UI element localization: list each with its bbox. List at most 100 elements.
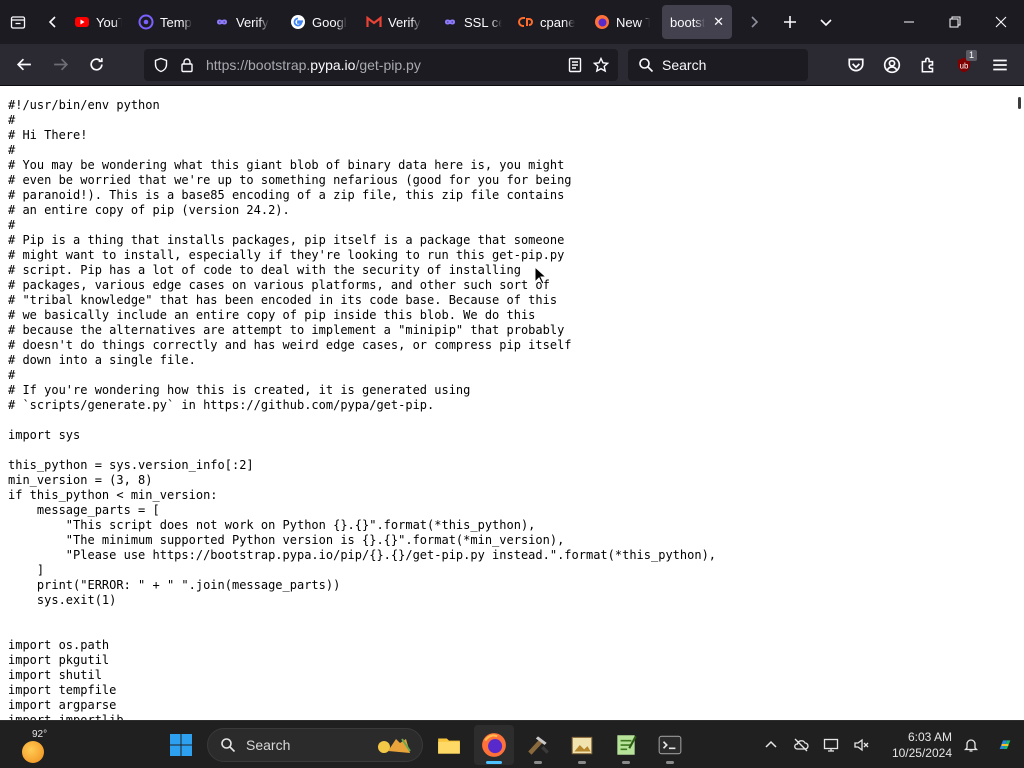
- monitor-icon: [823, 738, 839, 752]
- tab-verify[interactable]: Verify: [206, 5, 282, 39]
- star-icon: [593, 57, 609, 73]
- tracking-protection-icon[interactable]: [152, 56, 170, 74]
- taskbar-app-gallery[interactable]: [562, 725, 602, 765]
- taskbar-clock[interactable]: 6:03 AM 10/25/2024: [876, 729, 952, 761]
- navigation-toolbar: https://bootstrap.pypa.io/get-pip.py ub …: [0, 44, 1024, 86]
- running-indicator: [666, 761, 674, 764]
- chevron-down-icon: [820, 19, 832, 27]
- taskbar-file-explorer[interactable]: [429, 725, 469, 765]
- firefox-logo-icon: [482, 733, 506, 757]
- list-all-tabs-button[interactable]: [808, 0, 844, 44]
- url-bar[interactable]: https://bootstrap.pypa.io/get-pip.py: [144, 49, 618, 81]
- minimize-window-button[interactable]: [886, 0, 932, 44]
- taskbar-search-input[interactable]: [246, 737, 366, 753]
- back-button[interactable]: [6, 49, 42, 81]
- cpanel-logo-icon: [518, 17, 533, 27]
- tab-title: New T: [616, 14, 650, 30]
- shield-icon: [154, 57, 168, 73]
- account-icon: [883, 56, 901, 74]
- restore-window-button[interactable]: [932, 0, 978, 44]
- gmail-m-icon: [366, 15, 382, 27]
- tab-temp[interactable]: Temp: [130, 5, 206, 39]
- extensions-button[interactable]: [910, 49, 946, 81]
- chevron-up-icon: [765, 740, 777, 748]
- speaker-muted-icon: [854, 738, 869, 752]
- tab-new-tab[interactable]: New T: [586, 5, 658, 39]
- notifications-button[interactable]: [956, 725, 986, 765]
- tab-title: YouTu: [96, 14, 122, 30]
- weather-widget[interactable]: 92°: [18, 729, 58, 763]
- notepad-plus-icon: [617, 735, 637, 755]
- close-window-button[interactable]: [978, 0, 1024, 44]
- firefox-view-button[interactable]: [0, 0, 36, 44]
- search-highlight-image: [374, 735, 414, 755]
- bookmark-star-button[interactable]: [592, 56, 610, 74]
- new-tab-button[interactable]: [772, 0, 808, 44]
- google-icon: [290, 14, 306, 30]
- google-g-icon: [291, 15, 305, 29]
- taskbar-terminal[interactable]: [650, 725, 690, 765]
- restore-icon: [949, 16, 961, 28]
- vertical-scrollbar-thumb[interactable]: [1018, 97, 1021, 109]
- url-path: /get-pip.py: [355, 57, 421, 73]
- bell-icon: [963, 739, 979, 752]
- clock-date: 10/25/2024: [891, 746, 952, 760]
- hamburger-menu-icon: [993, 59, 1007, 71]
- tab-gmail-verify[interactable]: Verify: [358, 5, 434, 39]
- tab-youtube[interactable]: YouTu: [70, 5, 130, 39]
- copilot-icon: [999, 740, 1011, 749]
- firefox-view-icon: [10, 16, 26, 29]
- terminal-icon: [658, 735, 682, 755]
- tray-no-network-icon[interactable]: [786, 725, 816, 765]
- copilot-button[interactable]: [986, 725, 1024, 765]
- close-icon: [995, 16, 1007, 28]
- search-bar[interactable]: [628, 49, 808, 81]
- search-icon: [221, 738, 236, 753]
- close-tab-icon[interactable]: ✕: [713, 14, 724, 30]
- search-input[interactable]: [662, 57, 792, 73]
- reload-icon: [89, 58, 103, 71]
- temp-mail-icon: [138, 14, 154, 30]
- folder-icon: [438, 738, 460, 754]
- youtube-icon: [74, 14, 90, 30]
- pocket-button[interactable]: [838, 49, 874, 81]
- app-menu-button[interactable]: [982, 49, 1018, 81]
- tab-cpanel[interactable]: cpane: [510, 5, 586, 39]
- running-indicator: [578, 761, 586, 764]
- taskbar-firefox[interactable]: [474, 725, 514, 765]
- taskbar-app-notepad[interactable]: [606, 725, 646, 765]
- tab-bootstrap-active[interactable]: bootstr ✕: [662, 5, 732, 39]
- page-content: #!/usr/bin/env python # # Hi There! # # …: [0, 87, 1024, 720]
- tab-google[interactable]: Googl: [282, 5, 358, 39]
- tray-display-icon[interactable]: [816, 725, 846, 765]
- scroll-tabs-right-button[interactable]: [736, 0, 772, 44]
- reader-view-button[interactable]: [566, 56, 584, 74]
- forward-button[interactable]: [42, 49, 78, 81]
- running-indicator: [534, 761, 542, 764]
- taskbar-app-tools[interactable]: [518, 725, 558, 765]
- tray-volume-icon[interactable]: [846, 725, 876, 765]
- plus-icon: [784, 16, 796, 28]
- scroll-tabs-left-button[interactable]: [36, 0, 70, 44]
- taskbar-search-box[interactable]: [207, 728, 423, 762]
- search-highlight-art-icon: [378, 738, 411, 753]
- show-hidden-icons-button[interactable]: [756, 725, 786, 765]
- account-button[interactable]: [874, 49, 910, 81]
- weather-sun-icon: [22, 741, 44, 763]
- minimize-icon: [904, 21, 914, 23]
- image-viewer-icon: [571, 736, 593, 755]
- get-pip-source-code: #!/usr/bin/env python # # Hi There! # # …: [8, 98, 717, 720]
- url-text[interactable]: https://bootstrap.pypa.io/get-pip.py: [206, 57, 421, 73]
- arrow-right-icon: [53, 58, 68, 71]
- at-sign-icon: [138, 14, 154, 30]
- ublock-origin-button[interactable]: ub 1: [946, 49, 982, 81]
- lock-icon[interactable]: [178, 56, 196, 74]
- tab-title: Temp: [160, 14, 192, 30]
- tab-strip: YouTu Temp Verify Googl Verify SSL ce: [0, 0, 1024, 44]
- firefox-icon: [594, 14, 610, 30]
- reload-button[interactable]: [78, 49, 114, 81]
- start-button[interactable]: [161, 725, 201, 765]
- tab-title: bootstr: [670, 14, 706, 30]
- tab-ssl[interactable]: SSL ce: [434, 5, 510, 39]
- clock-time: 6:03 AM: [907, 730, 952, 744]
